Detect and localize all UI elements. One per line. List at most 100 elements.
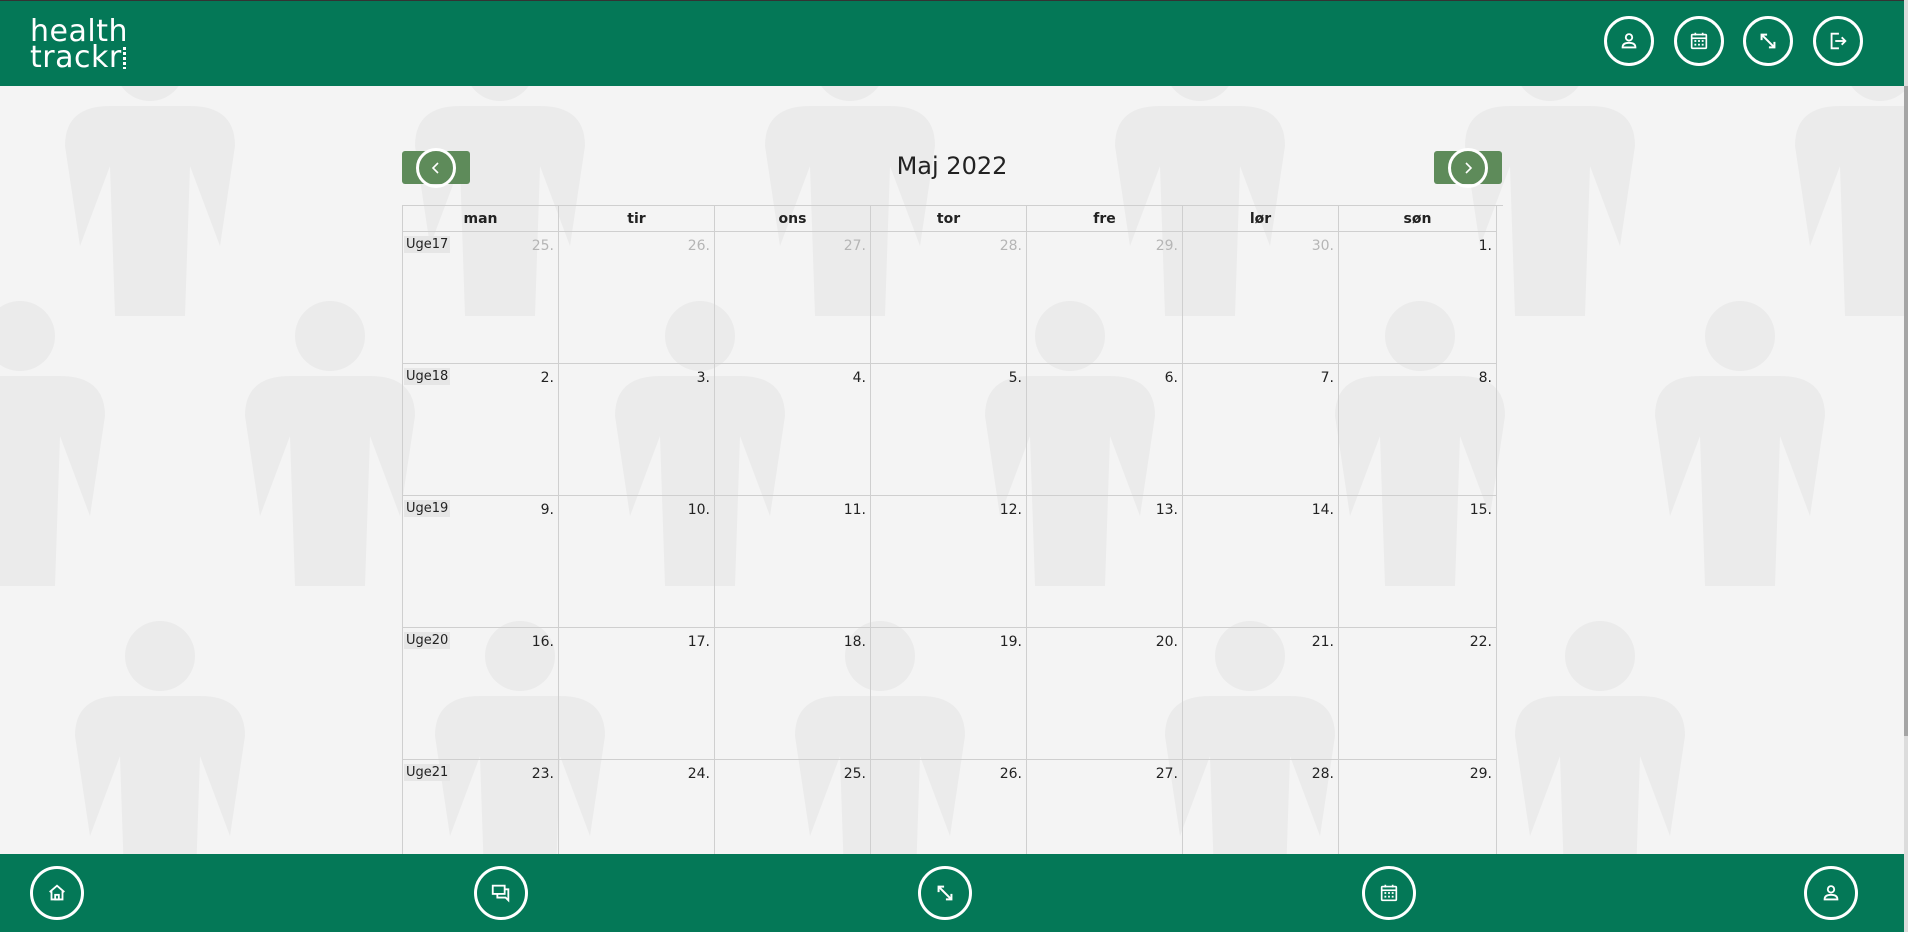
logout-button[interactable] <box>1813 16 1863 66</box>
day-number: 9. <box>540 502 554 518</box>
week-number-label[interactable]: Uge17 <box>404 236 451 253</box>
week-number-label[interactable]: Uge20 <box>404 632 451 649</box>
messages-button[interactable] <box>474 866 528 920</box>
day-cell[interactable]: 12. <box>871 496 1027 628</box>
day-cell[interactable]: 3. <box>559 364 715 496</box>
day-cell[interactable]: 8. <box>1339 364 1497 496</box>
home-icon <box>49 884 65 901</box>
week-row: Uge17 25. 26. 27. 28. 29. 30. 1. <box>403 232 1503 364</box>
day-cell[interactable]: 7. <box>1183 364 1339 496</box>
day-cell[interactable]: 22. <box>1339 628 1497 760</box>
day-cell[interactable]: 14. <box>1183 496 1339 628</box>
page-scrollbar[interactable] <box>1904 0 1908 932</box>
day-number: 16. <box>531 634 554 650</box>
day-number: 11. <box>843 502 866 518</box>
day-cell[interactable]: Uge21 23. <box>403 760 559 858</box>
day-number: 26. <box>687 238 710 254</box>
app-logo[interactable]: health trackr <box>30 17 128 73</box>
calendar-header: Maj 2022 <box>402 147 1502 200</box>
day-cell[interactable]: 5. <box>871 364 1027 496</box>
day-cell[interactable]: 29. <box>1339 760 1497 858</box>
day-cell[interactable]: Uge18 2. <box>403 364 559 496</box>
day-number: 29. <box>1155 238 1178 254</box>
week-row: Uge19 9. 10. 11. 12. 13. 14. 15. <box>403 496 1503 628</box>
profile-button[interactable] <box>1604 16 1654 66</box>
logout-icon <box>1830 32 1847 50</box>
day-cell[interactable]: Uge19 9. <box>403 496 559 628</box>
calendar-icon <box>1690 32 1708 50</box>
day-number: 30. <box>1311 238 1334 254</box>
week-row: Uge21 23. 24. 25. 26. 27. 28. 29. <box>403 760 1503 858</box>
day-cell[interactable]: 28. <box>1183 760 1339 858</box>
day-cell[interactable]: 13. <box>1027 496 1183 628</box>
day-cell[interactable]: 17. <box>559 628 715 760</box>
day-cell[interactable]: 28. <box>871 232 1027 364</box>
day-number: 21. <box>1311 634 1334 650</box>
day-cell[interactable]: 18. <box>715 628 871 760</box>
expand-button[interactable] <box>1743 16 1793 66</box>
day-cell[interactable]: 27. <box>715 232 871 364</box>
day-number: 23. <box>531 766 554 782</box>
weekday-header: tir <box>559 206 715 232</box>
day-number: 2. <box>540 370 554 386</box>
calendar-button[interactable] <box>1362 866 1416 920</box>
month-calendar: Maj 2022 man tir ons tor fre lør søn Uge… <box>402 147 1503 858</box>
home-button[interactable] <box>30 866 84 920</box>
day-cell[interactable]: 6. <box>1027 364 1183 496</box>
day-number: 22. <box>1469 634 1492 650</box>
day-number: 20. <box>1155 634 1178 650</box>
day-cell[interactable]: 26. <box>871 760 1027 858</box>
day-cell[interactable]: 25. <box>715 760 871 858</box>
week-number-label[interactable]: Uge18 <box>404 368 451 385</box>
day-cell[interactable]: 21. <box>1183 628 1339 760</box>
month-title: Maj 2022 <box>896 152 1008 180</box>
day-number: 8. <box>1478 370 1492 386</box>
day-number: 19. <box>999 634 1022 650</box>
weekday-header: fre <box>1027 206 1183 232</box>
day-cell[interactable]: Uge20 16. <box>403 628 559 760</box>
day-number: 28. <box>1311 766 1334 782</box>
calendar-grid: man tir ons tor fre lør søn Uge17 25. 26.… <box>402 205 1503 858</box>
day-number: 24. <box>687 766 710 782</box>
calendar-button[interactable] <box>1674 16 1724 66</box>
day-cell[interactable]: 1. <box>1339 232 1497 364</box>
day-cell[interactable]: 15. <box>1339 496 1497 628</box>
day-cell[interactable]: 19. <box>871 628 1027 760</box>
day-number: 27. <box>1155 766 1178 782</box>
day-number: 7. <box>1320 370 1334 386</box>
day-cell[interactable]: 10. <box>559 496 715 628</box>
weekday-header: man <box>403 206 559 232</box>
week-row: Uge20 16. 17. 18. 19. 20. 21. 22. <box>403 628 1503 760</box>
day-number: 1. <box>1478 238 1492 254</box>
weekday-header-row: man tir ons tor fre lør søn <box>403 206 1503 232</box>
day-number: 14. <box>1311 502 1334 518</box>
day-cell[interactable]: 29. <box>1027 232 1183 364</box>
top-bar: health trackr <box>0 0 1904 86</box>
day-cell[interactable]: 24. <box>559 760 715 858</box>
calendar-icon <box>1380 884 1398 902</box>
scrollbar-thumb[interactable] <box>1904 86 1908 736</box>
day-cell[interactable]: 30. <box>1183 232 1339 364</box>
profile-button[interactable] <box>1804 866 1858 920</box>
logo-line-2: trackr <box>30 40 122 75</box>
day-number: 18. <box>843 634 866 650</box>
day-cell[interactable]: 26. <box>559 232 715 364</box>
day-cell[interactable]: 4. <box>715 364 871 496</box>
weekday-header: lør <box>1183 206 1339 232</box>
day-number: 27. <box>843 238 866 254</box>
profile-icon <box>1823 885 1839 901</box>
day-cell[interactable]: 27. <box>1027 760 1183 858</box>
profile-icon <box>1621 33 1637 49</box>
day-number: 17. <box>687 634 710 650</box>
day-cell[interactable]: Uge17 25. <box>403 232 559 364</box>
bottom-nav-bar <box>0 854 1904 932</box>
chevron-right-icon <box>1465 161 1473 174</box>
week-number-label[interactable]: Uge19 <box>404 500 451 517</box>
day-cell[interactable]: 11. <box>715 496 871 628</box>
next-month-button[interactable] <box>1434 147 1502 188</box>
week-number-label[interactable]: Uge21 <box>404 764 451 781</box>
expand-button[interactable] <box>918 866 972 920</box>
day-cell[interactable]: 20. <box>1027 628 1183 760</box>
day-number: 28. <box>999 238 1022 254</box>
day-number: 29. <box>1469 766 1492 782</box>
